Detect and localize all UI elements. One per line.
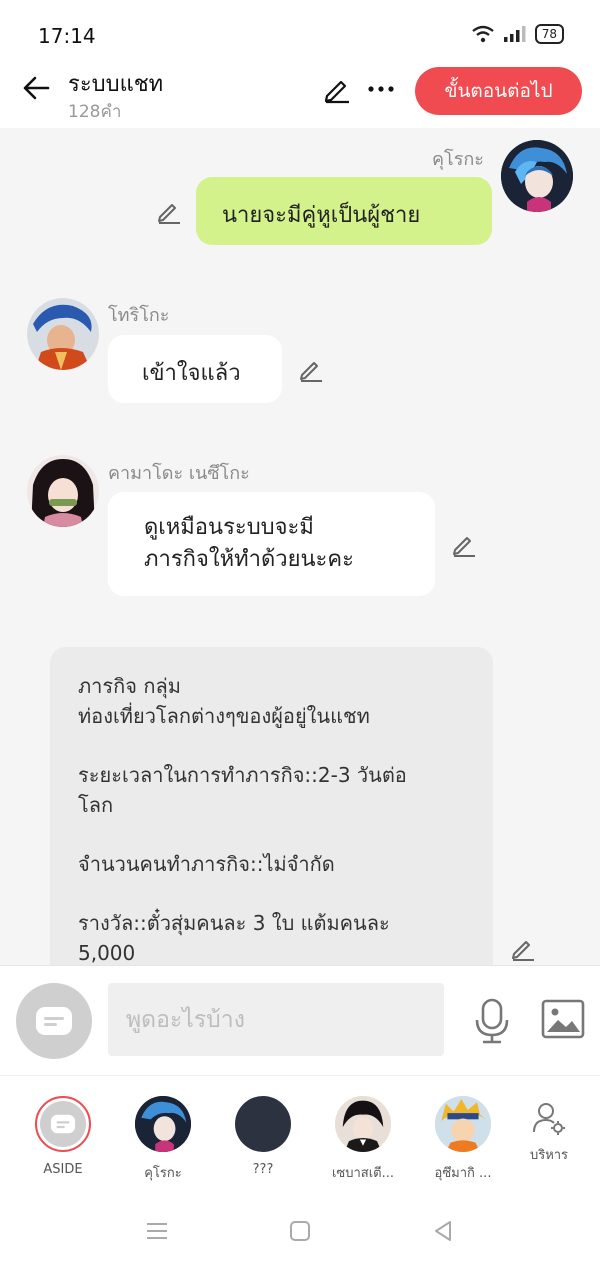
message-text: นายจะมีคู่หูเป็นผู้ชาย (222, 203, 421, 228)
character-unknown[interactable]: ??? (218, 1096, 308, 1177)
mission-line: 5,000 (78, 941, 136, 965)
edit-pencil-icon[interactable] (509, 934, 537, 962)
avatar (435, 1096, 491, 1152)
sender-name: โทริโกะ (108, 305, 170, 326)
more-options-icon[interactable] (366, 74, 396, 104)
edit-pencil-icon[interactable] (450, 530, 478, 558)
chat-header: ระบบแชท 128คำ ขั้นตอนต่อไป (0, 60, 600, 128)
chat-bubble-icon (36, 1007, 72, 1035)
avatar-nezuko[interactable] (27, 455, 99, 527)
message-text-line: ภารกิจให้ทำด้วยนะคะ (144, 547, 354, 572)
status-icons: 78 (471, 24, 564, 44)
battery-indicator: 78 (534, 24, 564, 44)
character-aside[interactable]: ASIDE (18, 1096, 108, 1177)
edit-pencil-icon[interactable] (322, 74, 352, 104)
mission-line: ท่องเที่ยวโลกต่างๆของผู้อยู่ในแชท (78, 704, 370, 728)
character-uzumaki[interactable]: อุซึมากิ ... (418, 1096, 508, 1183)
image-icon[interactable] (540, 998, 586, 1040)
character-label: คุโรกะ (144, 1166, 182, 1181)
message-text: เข้าใจแล้ว (142, 361, 241, 386)
character-label: ASIDE (43, 1162, 83, 1177)
avatar (335, 1096, 391, 1152)
message-bubble[interactable]: ดูเหมือนระบบจะมี ภารกิจให้ทำด้วยนะคะ (108, 492, 435, 596)
message-text-line: ดูเหมือนระบบจะมี (144, 515, 314, 540)
microphone-icon[interactable] (470, 996, 514, 1046)
avatar (135, 1096, 191, 1152)
mission-card[interactable]: ภารกิจ กลุ่ม ท่องเที่ยวโลกต่างๆของผู้อยู… (50, 647, 493, 965)
mission-line: ระยะเวลาในการทำภารกิจ::2-3 วันต่อ (78, 763, 407, 787)
message-bubble[interactable]: เข้าใจแล้ว (108, 335, 282, 403)
word-count: 128คำ (68, 102, 122, 122)
aside-mode-button[interactable] (16, 983, 92, 1059)
input-bar (0, 965, 600, 1075)
manage-label: บริหาร (529, 1148, 569, 1163)
status-time: 17:14 (38, 24, 96, 48)
character-label: อุซึมากิ ... (434, 1166, 492, 1181)
aside-icon (35, 1096, 91, 1152)
sender-name: คุโรกะ (432, 149, 484, 170)
character-sebastian[interactable]: เซบาสเตี... (318, 1096, 408, 1183)
manage-button[interactable]: บริหาร (504, 1100, 594, 1165)
mission-line: ภารกิจ กลุ่ม (78, 674, 181, 698)
character-kuroka[interactable]: คุโรกะ (118, 1096, 208, 1183)
chat-area: คุโรกะ นายจะมีคู่หูเป็นผู้ชาย โทริโกะ เข… (0, 128, 600, 965)
back-triangle-icon[interactable] (430, 1218, 456, 1244)
message-bubble-mine[interactable]: นายจะมีคู่หูเป็นผู้ชาย (196, 177, 492, 245)
sender-name: คามาโดะ เนซึโกะ (108, 463, 250, 484)
next-step-button[interactable]: ขั้นตอนต่อไป (415, 67, 582, 115)
mission-line: โลก (78, 793, 114, 817)
home-icon[interactable] (287, 1218, 313, 1244)
back-arrow-icon[interactable] (20, 72, 52, 104)
status-bar: 17:14 78 (0, 0, 600, 60)
avatar-toriko[interactable] (27, 298, 99, 370)
message-input[interactable] (108, 983, 444, 1056)
mission-line: รางวัล::ตั๋วสุ่มคนละ 3 ใบ แต้มคนละ (78, 911, 390, 935)
edit-pencil-icon[interactable] (297, 355, 325, 383)
system-nav-bar (0, 1200, 600, 1267)
wifi-icon (471, 25, 494, 43)
mission-line: จำนวนคนทำภารกิจ::ไม่จำกัด (78, 852, 335, 876)
edit-pencil-icon[interactable] (155, 197, 183, 225)
user-settings-icon (533, 1103, 565, 1135)
character-label: ??? (252, 1162, 274, 1177)
chat-title: ระบบแชท (68, 72, 164, 97)
signal-icon (503, 26, 526, 42)
menu-icon[interactable] (144, 1218, 170, 1244)
avatar (235, 1096, 291, 1152)
character-selector: ASIDE คุโรกะ ??? เซบาสเตี... อุซึมากิ ..… (0, 1075, 600, 1200)
character-label: เซบาสเตี... (331, 1166, 395, 1181)
avatar-kuroka[interactable] (501, 140, 573, 212)
